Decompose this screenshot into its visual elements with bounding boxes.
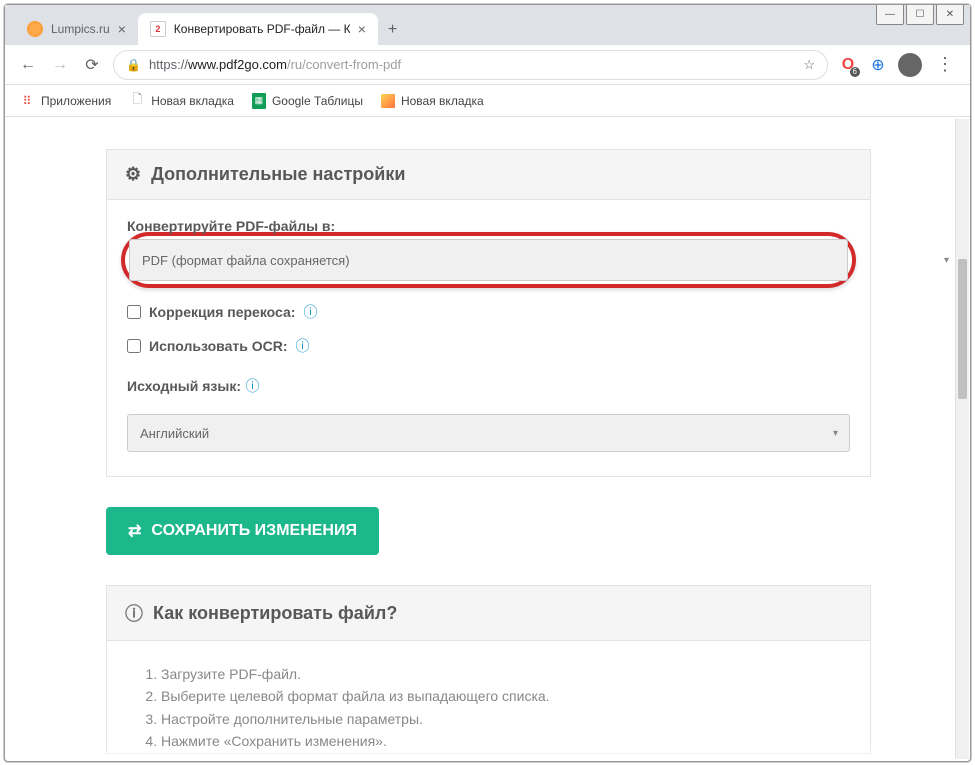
favicon-pdf2go: 2 [150,21,166,37]
help-step: Загрузите PDF-файл. [161,663,850,685]
browser-menu-button[interactable]: ⋮ [932,54,958,75]
panel-title: Дополнительные настройки [151,164,405,185]
source-lang-select[interactable]: Английский [127,414,850,452]
scrollbar-thumb[interactable] [958,259,967,399]
help-panel: ⓘ Как конвертировать файл? Загрузите PDF… [106,585,871,754]
bookmark-label: Google Таблицы [272,94,363,108]
info-icon[interactable]: ⓘ [245,378,259,394]
url-host: www.pdf2go.com [188,57,287,72]
convert-label: Конвертируйте PDF-файлы в: [127,218,335,234]
apps-grid-icon: ⠿ [19,93,35,109]
save-button-label: СОХРАНИТЬ ИЗМЕНЕНИЯ [151,522,357,540]
swap-arrows-icon: ⇄ [128,521,141,541]
ocr-checkbox[interactable] [127,339,141,353]
ocr-label: Использовать OCR: [149,338,288,354]
info-icon[interactable]: ⓘ [303,302,317,322]
info-icon: ⓘ [125,600,143,626]
settings-panel-header: ⚙ Дополнительные настройки [107,150,870,200]
badge-count: 6 [850,67,860,77]
bookmark-newtab2[interactable]: Новая вкладка [381,94,484,108]
url-path: /ru/convert-from-pdf [287,57,401,72]
tab-label: Конвертировать PDF-файл — К [174,22,350,36]
star-icon[interactable]: ☆ [803,57,815,73]
page-viewport: ⚙ Дополнительные настройки Конвертируйте… [6,119,961,759]
help-steps-list: Загрузите PDF-файл. Выберите целевой фор… [127,659,850,753]
page-icon: 🗋 [129,93,145,109]
format-highlight-ring: PDF (формат файла сохраняется) [121,232,856,288]
close-window-button[interactable]: ✕ [936,5,964,25]
bookmark-sheets[interactable]: ▦ Google Таблицы [252,93,363,109]
url-scheme: https:// [149,57,188,72]
help-panel-header: ⓘ Как конвертировать файл? [107,586,870,641]
favicon-lumpics [27,21,43,37]
window-controls: — ☐ ✕ [876,5,964,25]
tab-label: Lumpics.ru [51,22,110,36]
extension-opera[interactable]: O 6 [838,55,858,75]
close-tab-icon[interactable]: × [118,21,126,37]
help-step: Настройте дополнительные параметры. [161,708,850,730]
close-tab-icon[interactable]: × [358,21,366,37]
address-bar: ← → ⟳ 🔒 https:// www.pdf2go.com /ru/conv… [5,45,970,85]
bookmarks-bar: ⠿ Приложения 🗋 Новая вкладка ▦ Google Та… [5,85,970,117]
url-input[interactable]: 🔒 https:// www.pdf2go.com /ru/convert-fr… [113,50,828,80]
help-step: Выберите целевой формат файла из выпадаю… [161,685,850,707]
new-tab-button[interactable]: + [378,15,407,45]
format-value: PDF (формат файла сохраняется) [142,253,350,268]
deskew-label: Коррекция перекоса: [149,304,295,320]
sheets-icon: ▦ [252,93,266,109]
bookmark-label: Приложения [41,94,111,108]
reload-button[interactable]: ⟳ [81,54,103,76]
page-icon [381,94,395,108]
tab-pdf2go[interactable]: 2 Конвертировать PDF-файл — К × [138,13,378,45]
format-select[interactable]: PDF (формат файла сохраняется) [129,239,848,281]
info-icon[interactable]: ⓘ [296,336,310,356]
tab-lumpics[interactable]: Lumpics.ru × [15,13,138,45]
source-lang-value: Английский [140,426,209,441]
bookmark-newtab1[interactable]: 🗋 Новая вкладка [129,93,234,109]
minimize-button[interactable]: — [876,5,904,25]
extension-globe[interactable]: ⊕ [868,55,888,75]
profile-avatar[interactable] [898,53,922,77]
forward-button[interactable]: → [49,54,71,76]
lock-icon: 🔒 [126,58,141,72]
save-button[interactable]: ⇄ СОХРАНИТЬ ИЗМЕНЕНИЯ [106,507,379,555]
deskew-checkbox[interactable] [127,305,141,319]
tab-bar: Lumpics.ru × 2 Конвертировать PDF-файл —… [5,5,970,45]
bookmark-label: Новая вкладка [401,94,484,108]
bookmark-label: Новая вкладка [151,94,234,108]
source-lang-label: Исходный язык: [127,378,241,394]
bookmark-apps[interactable]: ⠿ Приложения [19,93,111,109]
scrollbar-track[interactable] [955,119,969,759]
gears-icon: ⚙ [125,164,141,185]
settings-panel: ⚙ Дополнительные настройки Конвертируйте… [106,149,871,477]
back-button[interactable]: ← [17,54,39,76]
fade-overlay [6,747,961,759]
help-title: Как конвертировать файл? [153,603,397,624]
maximize-button[interactable]: ☐ [906,5,934,25]
